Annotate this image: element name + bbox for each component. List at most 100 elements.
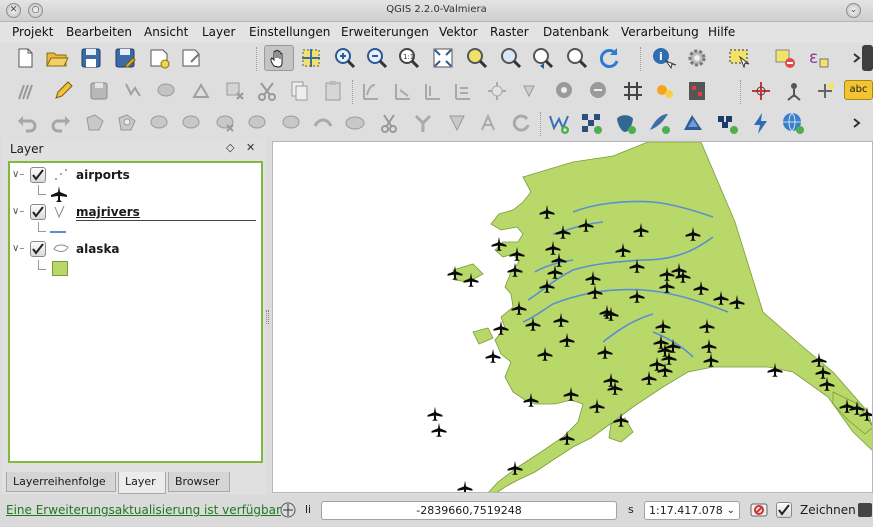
select-by-expression-icon[interactable]: ε [804, 45, 830, 71]
split-parts-icon[interactable] [376, 110, 402, 136]
add-feature-icon[interactable] [120, 78, 146, 104]
menu-layer[interactable]: Layer [202, 25, 235, 39]
menu-hilfe[interactable]: Hilfe [708, 25, 735, 39]
add-wcs-layer-icon[interactable] [780, 110, 806, 136]
toolbar-overflow-chevron-icon[interactable] [844, 45, 861, 71]
coordinate-toggle-mouse-icon[interactable] [279, 501, 297, 519]
cut-features-icon[interactable] [254, 78, 280, 104]
label-tool-4-icon[interactable] [450, 78, 476, 104]
new-print-composer-icon[interactable] [146, 45, 172, 71]
pan-to-selection-icon[interactable] [298, 45, 324, 71]
add-vector-layer-icon[interactable] [546, 110, 572, 136]
zoom-to-selection-icon[interactable] [464, 45, 490, 71]
panel-splitter-handle[interactable] [266, 310, 269, 324]
open-project-icon[interactable] [44, 45, 70, 71]
zoom-to-layer-icon[interactable] [498, 45, 524, 71]
add-wms-layer-icon[interactable] [748, 110, 774, 136]
delete-part-icon[interactable] [244, 110, 270, 136]
add-ring-icon[interactable] [114, 110, 140, 136]
topology-checker-icon[interactable] [812, 78, 838, 104]
layer-visibility-checkbox[interactable] [30, 204, 46, 220]
node-tool-icon[interactable] [188, 78, 214, 104]
menu-projekt[interactable]: Projekt [12, 25, 53, 39]
label-badge-icon[interactable]: abc [844, 80, 873, 100]
menu-bearbeiten[interactable]: Bearbeiten [66, 25, 132, 39]
merge-selected-icon[interactable] [410, 110, 436, 136]
merge-attributes-icon[interactable] [444, 110, 470, 136]
add-oracle-layer-icon[interactable] [714, 110, 740, 136]
reshape-features-icon[interactable] [278, 110, 304, 136]
copy-features-icon[interactable] [286, 78, 312, 104]
split-features-icon[interactable] [342, 110, 368, 136]
delete-ring-icon[interactable] [212, 110, 238, 136]
menu-datenbank[interactable]: Datenbank [543, 25, 609, 39]
current-edits-icon[interactable] [14, 78, 40, 104]
tab-browser[interactable]: Browser [168, 472, 230, 492]
offset-curve-icon[interactable] [310, 110, 336, 136]
toggle-editing-pencil-icon[interactable] [50, 78, 76, 104]
layer-row-alaska[interactable]: ∨– alaska [10, 241, 260, 259]
collapse-arrow-icon[interactable]: ∨– [12, 243, 24, 254]
label-tool-1-icon[interactable] [358, 78, 384, 104]
add-raster-layer-icon[interactable] [578, 110, 604, 136]
crs-status-icon[interactable] [857, 500, 873, 520]
undo-icon[interactable] [14, 110, 40, 136]
coordinate-capture-icon[interactable] [748, 78, 774, 104]
plugin-update-link[interactable]: Eine Erweiterungsaktualisierung ist verf… [6, 503, 281, 517]
rotate-point-symbols-icon[interactable] [476, 110, 502, 136]
simplify-feature-icon[interactable] [82, 110, 108, 136]
label-tool-2-icon[interactable] [390, 78, 416, 104]
gps-tracking-icon[interactable] [782, 78, 808, 104]
coordinate-field[interactable]: -2839660,7519248 [321, 501, 617, 520]
diagram-tool-icon[interactable] [484, 78, 510, 104]
toolbar-overflow-chevron-icon[interactable] [844, 110, 861, 136]
save-as-icon[interactable] [112, 45, 138, 71]
tab-layerreihenfolge[interactable]: Layerreihenfolge [6, 472, 116, 492]
layer-row-airports[interactable]: ∨– airports [10, 167, 260, 185]
zoom-last-icon[interactable] [530, 45, 556, 71]
fill-ring-icon[interactable] [178, 110, 204, 136]
collapse-arrow-icon[interactable]: ∨– [12, 206, 24, 217]
map-canvas[interactable] [272, 141, 873, 493]
pan-hand-icon[interactable] [264, 45, 294, 71]
identify-features-icon[interactable]: i [650, 45, 676, 71]
menu-raster[interactable]: Raster [490, 25, 529, 39]
grid-tool-icon[interactable] [620, 78, 646, 104]
toolbar-dark-button-icon[interactable] [862, 45, 873, 71]
panel-close-icon[interactable]: ✕ [246, 141, 255, 154]
stop-rendering-icon[interactable] [749, 500, 769, 520]
georeferencer-icon[interactable] [684, 78, 710, 104]
tab-layer[interactable]: Layer [118, 472, 166, 494]
zoom-full-icon[interactable] [430, 45, 456, 71]
point-displacement-icon[interactable] [652, 78, 678, 104]
menu-verarbeitung[interactable]: Verarbeitung [621, 25, 699, 39]
show-hide-labels-icon[interactable] [586, 78, 612, 104]
delete-selected-icon[interactable] [222, 78, 248, 104]
save-project-icon[interactable] [78, 45, 104, 71]
select-features-icon[interactable] [726, 45, 752, 71]
layer-visibility-checkbox[interactable] [30, 241, 46, 257]
zoom-actual-size-icon[interactable]: 1:1 [396, 45, 422, 71]
rotate-feature-icon[interactable] [508, 110, 534, 136]
layer-visibility-checkbox[interactable] [30, 167, 46, 183]
scale-combobox[interactable]: 1:17.417.078 ⌄ [644, 501, 740, 520]
zoom-next-icon[interactable] [564, 45, 590, 71]
add-spatialite-layer-icon[interactable] [646, 110, 672, 136]
composer-manager-icon[interactable] [178, 45, 204, 71]
move-feature-icon[interactable] [154, 78, 180, 104]
window-minimize-icon[interactable]: ⌄ [846, 3, 861, 18]
add-part-icon[interactable] [146, 110, 172, 136]
add-postgis-layer-icon[interactable] [612, 110, 638, 136]
menu-einstellungen[interactable]: Einstellungen [249, 25, 330, 39]
label-tool-3-icon[interactable] [420, 78, 446, 104]
add-mssql-layer-icon[interactable] [680, 110, 706, 136]
panel-float-icon[interactable]: ◇ [226, 141, 234, 154]
deselect-all-icon[interactable] [772, 45, 798, 71]
zoom-in-icon[interactable] [332, 45, 358, 71]
refresh-icon[interactable] [596, 45, 622, 71]
run-feature-action-icon[interactable] [684, 45, 710, 71]
render-checkbox[interactable] [776, 502, 792, 518]
collapse-arrow-icon[interactable]: ∨– [12, 169, 24, 180]
redo-icon[interactable] [48, 110, 74, 136]
layer-row-majrivers[interactable]: ∨– majrivers [10, 204, 260, 222]
